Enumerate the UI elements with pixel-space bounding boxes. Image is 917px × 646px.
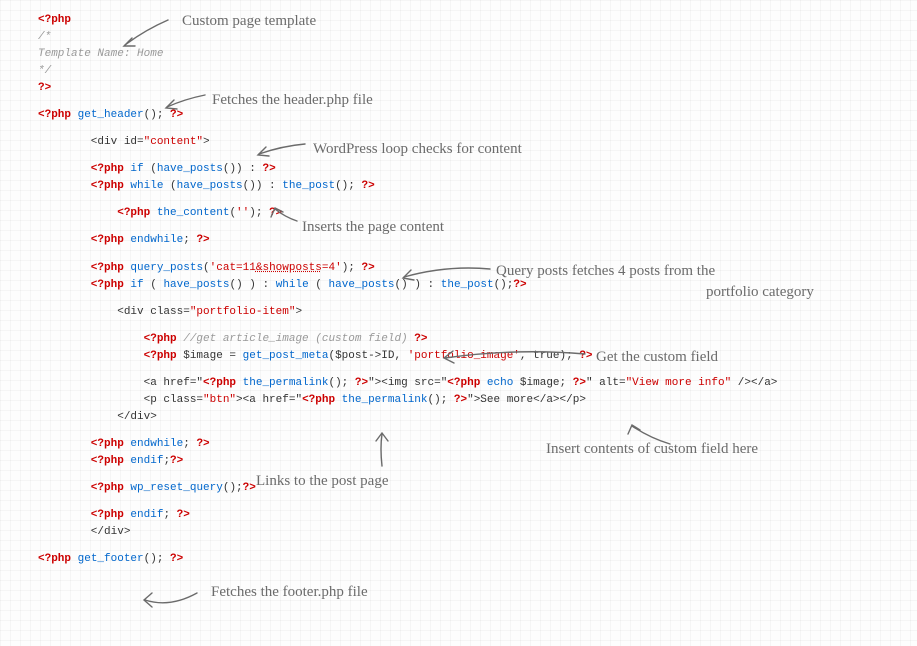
annotation-query-posts-2: portfolio category <box>706 281 814 304</box>
arrow-icon <box>155 85 215 115</box>
arrow-icon <box>267 203 307 228</box>
code-line: <?php while (have_posts()) : the_post();… <box>38 178 917 195</box>
arrow-icon <box>435 340 595 370</box>
annotation-header: Fetches the header.php file <box>212 89 373 112</box>
annotation-content: Inserts the page content <box>302 216 444 239</box>
code-line <box>38 321 917 331</box>
code-line: <?php get_footer(); ?> <box>38 551 917 568</box>
arrow-icon <box>368 428 398 473</box>
code-line: <?php if (have_posts()) : ?> <box>38 161 917 178</box>
arrow-icon <box>620 420 680 450</box>
code-line <box>38 497 917 507</box>
code-line: <?php endif;?> <box>38 453 917 470</box>
arrow-icon <box>110 10 180 50</box>
code-line <box>38 195 917 205</box>
code-line: */ <box>38 63 917 80</box>
code-line <box>38 470 917 480</box>
code-line: <?php endwhile; ?> <box>38 232 917 249</box>
php-open: <?php <box>38 14 71 26</box>
code-line: </div> <box>38 524 917 541</box>
code-line: <p class="btn"><a href="<?php the_permal… <box>38 392 917 409</box>
code-line <box>38 222 917 232</box>
code-line: <?php the_content(''); ?> <box>38 205 917 222</box>
code-line: <?php wp_reset_query();?> <box>38 480 917 497</box>
code-line: <div class="portfolio-item"> <box>38 304 917 321</box>
code-line: <a href="<?php the_permalink(); ?>"><img… <box>38 375 917 392</box>
annotation-custom-field: Get the custom field <box>596 346 718 369</box>
code-line: <?php endwhile; ?> <box>38 436 917 453</box>
code-line: </div> <box>38 409 917 426</box>
code-line <box>38 426 917 436</box>
php-close: ?> <box>38 82 51 94</box>
annotation-footer: Fetches the footer.php file <box>211 581 368 604</box>
annotation-loop: WordPress loop checks for content <box>313 138 522 161</box>
arrow-icon <box>247 130 317 160</box>
code-line: <?php endif; ?> <box>38 507 917 524</box>
code-line <box>38 541 917 551</box>
code-line <box>38 124 917 134</box>
annotation-links-post: Links to the post page <box>256 470 388 493</box>
annotation-query-posts-1: Query posts fetches 4 posts from the <box>496 260 715 283</box>
annotation-custom-template: Custom page template <box>182 10 316 33</box>
arrow-icon <box>392 255 502 285</box>
arrow-icon <box>135 588 210 623</box>
